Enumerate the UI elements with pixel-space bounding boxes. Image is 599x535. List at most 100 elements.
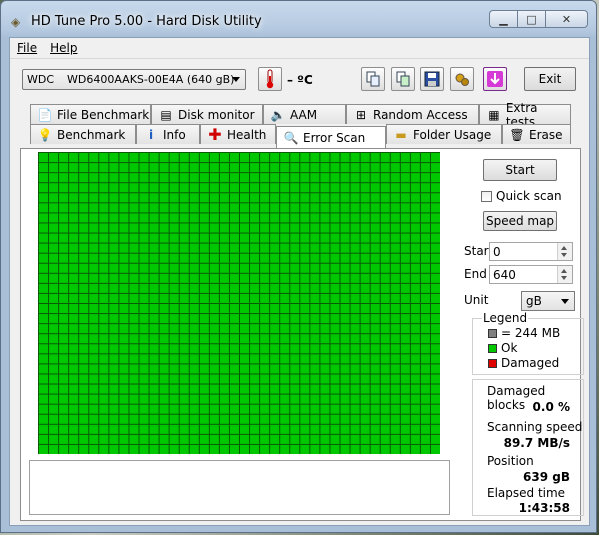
scan-block: [240, 314, 250, 324]
quick-scan-checkbox[interactable]: Quick scan: [481, 189, 562, 203]
scan-log[interactable]: [29, 460, 450, 515]
scan-block: [39, 314, 49, 324]
lightbulb-icon: 💡: [37, 127, 53, 142]
tab-aam[interactable]: 🔈 AAM: [263, 104, 346, 124]
scan-block: [139, 364, 149, 374]
scan-block: [320, 444, 330, 454]
download-button[interactable]: [483, 67, 507, 91]
scan-block: [139, 344, 149, 354]
scan-block: [189, 334, 199, 344]
scan-block: [410, 344, 420, 354]
close-icon: ✕: [561, 12, 572, 26]
scan-block: [109, 404, 119, 414]
copy-info-button[interactable]: [361, 67, 385, 91]
drive-select[interactable]: WDC WD6400AAKS-00E4A (640 gB): [22, 69, 246, 90]
block-map: [38, 152, 440, 454]
tab-info[interactable]: i Info: [136, 124, 200, 144]
tab-folder-usage[interactable]: ▬ Folder Usage: [386, 124, 502, 144]
unit-select[interactable]: gB: [521, 291, 575, 311]
scan-block: [209, 273, 219, 283]
tab-file-benchmark[interactable]: 📄 File Benchmark: [30, 104, 151, 124]
start-button[interactable]: Start: [483, 159, 557, 181]
tab-erase[interactable]: 🗑 Erase: [502, 124, 571, 144]
scan-block: [89, 324, 99, 334]
scan-block: [390, 203, 400, 213]
scan-block: [199, 273, 209, 283]
scan-block: [420, 384, 430, 394]
scan-block: [229, 344, 239, 354]
scan-block: [199, 293, 209, 303]
tab-error-scan[interactable]: 🔍 Error Scan: [276, 126, 386, 148]
tab-extra-tests[interactable]: ▦ Extra tests: [479, 101, 571, 129]
temperature-button[interactable]: [258, 67, 282, 91]
menu-help[interactable]: Help: [43, 38, 83, 58]
scan-block: [189, 153, 199, 163]
scan-block: [139, 324, 149, 334]
scan-block: [420, 233, 430, 243]
exit-button[interactable]: Exit: [524, 67, 576, 91]
speed-map-button[interactable]: Speed map: [483, 211, 557, 231]
scan-block: [380, 334, 390, 344]
copy-screenshot-button[interactable]: [391, 67, 415, 91]
scan-block: [159, 243, 169, 253]
scan-block: [310, 364, 320, 374]
maximize-button[interactable]: □: [517, 10, 545, 28]
scan-block: [310, 334, 320, 344]
scan-block: [350, 163, 360, 173]
scan-block: [370, 394, 380, 404]
scan-block: [109, 334, 119, 344]
minimize-button[interactable]: ▁: [489, 10, 517, 28]
spinner-arrows[interactable]: [557, 266, 572, 283]
save-button[interactable]: [420, 67, 444, 91]
tab-health[interactable]: ✚ Health: [200, 124, 276, 144]
scan-block: [340, 283, 350, 293]
scan-block: [300, 273, 310, 283]
scan-block: [290, 394, 300, 404]
end-field[interactable]: 640: [489, 265, 573, 284]
scan-block: [240, 374, 250, 384]
tab-random-access[interactable]: ⊞ Random Access: [346, 104, 479, 124]
scan-block: [139, 414, 149, 424]
scan-block: [400, 374, 410, 384]
scan-block: [340, 273, 350, 283]
scan-block: [79, 233, 89, 243]
tab-benchmark[interactable]: 💡 Benchmark: [30, 124, 136, 144]
scan-block: [280, 444, 290, 454]
scan-block: [129, 444, 139, 454]
spinner-arrows[interactable]: [557, 243, 572, 260]
scan-block: [39, 153, 49, 163]
scan-block: [320, 173, 330, 183]
scan-block: [179, 293, 189, 303]
close-button[interactable]: ✕: [545, 10, 588, 28]
scan-block: [340, 324, 350, 334]
scan-block: [69, 314, 79, 324]
legend-ok-text: Ok: [501, 341, 518, 355]
scan-block: [270, 153, 280, 163]
start-field[interactable]: 0: [489, 242, 573, 261]
scan-block: [270, 173, 280, 183]
menu-file[interactable]: File: [10, 38, 43, 58]
options-button[interactable]: [450, 67, 474, 91]
scan-block: [79, 344, 89, 354]
scan-block: [290, 223, 300, 233]
thermometer-icon: [266, 69, 274, 89]
scan-block: [390, 193, 400, 203]
scan-block: [310, 183, 320, 193]
scan-block: [109, 193, 119, 203]
scan-block: [129, 354, 139, 364]
scan-block: [219, 233, 229, 243]
scan-block: [219, 394, 229, 404]
scan-block: [109, 183, 119, 193]
scan-block: [159, 223, 169, 233]
scan-block: [320, 414, 330, 424]
tab-disk-monitor[interactable]: ▤ Disk monitor: [151, 104, 263, 124]
scan-block: [380, 273, 390, 283]
scan-block: [280, 354, 290, 364]
scan-block: [310, 344, 320, 354]
title-bar[interactable]: ◈ HD Tune Pro 5.00 - Hard Disk Utility ▁…: [1, 1, 596, 37]
scan-block: [350, 424, 360, 434]
app-icon[interactable]: ◈: [11, 16, 23, 28]
scan-block: [390, 273, 400, 283]
legend-title: Legend: [482, 311, 529, 325]
scan-block: [390, 414, 400, 424]
